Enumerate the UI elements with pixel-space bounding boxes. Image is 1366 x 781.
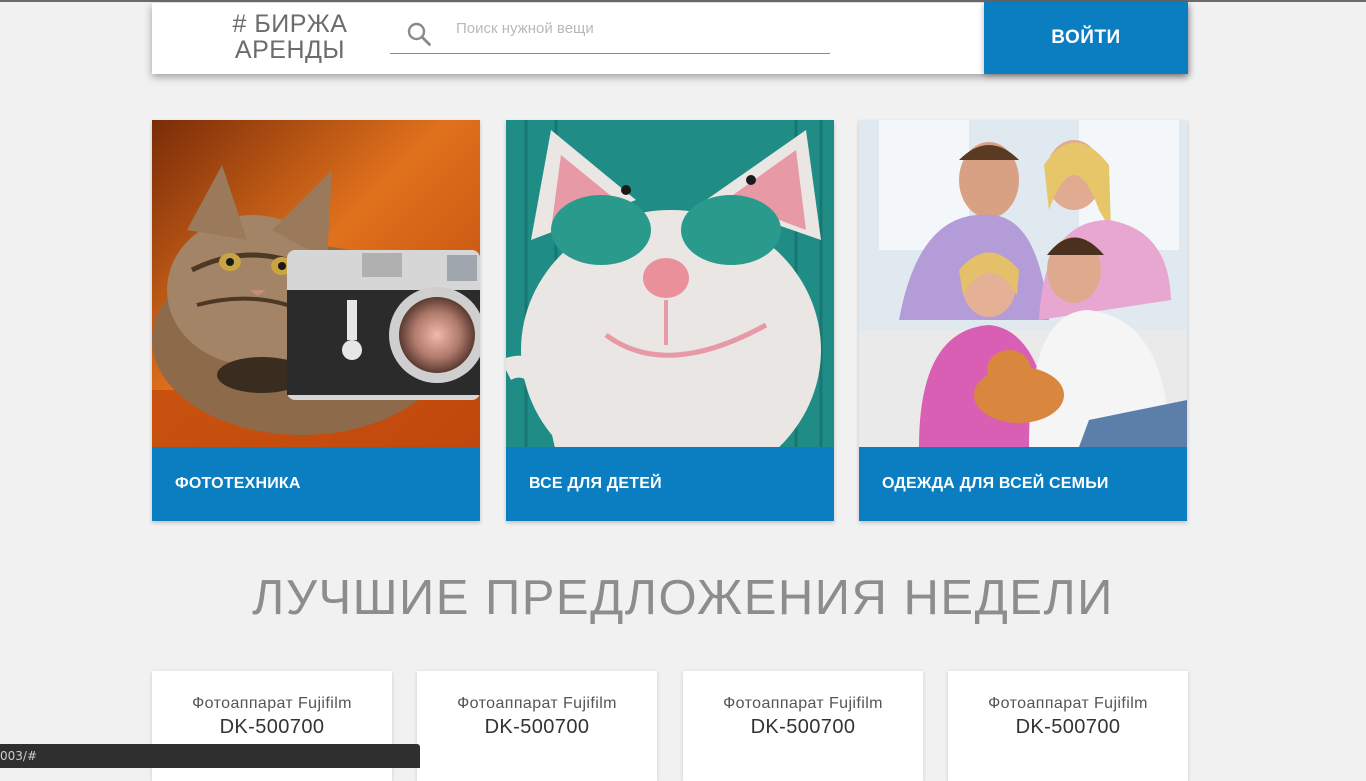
category-card-photo[interactable]: ФОТОТЕХНИКА [152, 120, 480, 521]
offer-title: Фотоаппарат Fujifilm [192, 695, 352, 712]
category-label: ФОТОТЕХНИКА [175, 475, 301, 492]
family-with-cat-image [859, 120, 1187, 447]
logo-line-1: # БИРЖА [232, 10, 348, 38]
offer-model: DK-500700 [219, 716, 325, 738]
search-input[interactable] [456, 15, 826, 41]
offer-title: Фотоаппарат Fujifilm [988, 695, 1148, 712]
search-bar [390, 15, 830, 54]
offer-title: Фотоаппарат Fujifilm [723, 695, 883, 712]
offer-card[interactable]: Фотоаппарат Fujifilm DK-500700 [683, 671, 923, 781]
knitted-cat-toy-image [506, 120, 834, 447]
site-header: # БИРЖА АРЕНДЫ ВОЙТИ [152, 2, 1188, 74]
category-card-clothes[interactable]: ОДЕЖДА ДЛЯ ВСЕЙ СЕМЬИ [859, 120, 1187, 521]
browser-status-bar: 003/# [0, 744, 420, 768]
offer-model: DK-500700 [484, 716, 590, 738]
login-button[interactable]: ВОЙТИ [984, 2, 1188, 74]
offer-model: DK-500700 [750, 716, 856, 738]
category-label: ОДЕЖДА ДЛЯ ВСЕЙ СЕМЬИ [882, 475, 1109, 492]
section-title: ЛУЧШИЕ ПРЕДЛОЖЕНИЯ НЕДЕЛИ [252, 571, 1114, 625]
offer-model: DK-500700 [1015, 716, 1121, 738]
logo-line-2: АРЕНДЫ [234, 36, 346, 64]
category-card-kids[interactable]: ВСЕ ДЛЯ ДЕТЕЙ [506, 120, 834, 521]
offer-title: Фотоаппарат Fujifilm [457, 695, 617, 712]
category-label: ВСЕ ДЛЯ ДЕТЕЙ [529, 475, 662, 492]
site-logo[interactable]: # БИРЖА АРЕНДЫ [230, 11, 350, 63]
search-icon[interactable] [406, 21, 432, 47]
offer-card[interactable]: Фотоаппарат Fujifilm DK-500700 [948, 671, 1188, 781]
kitten-with-camera-image [152, 120, 480, 447]
offer-card[interactable]: Фотоаппарат Fujifilm DK-500700 [417, 671, 657, 781]
